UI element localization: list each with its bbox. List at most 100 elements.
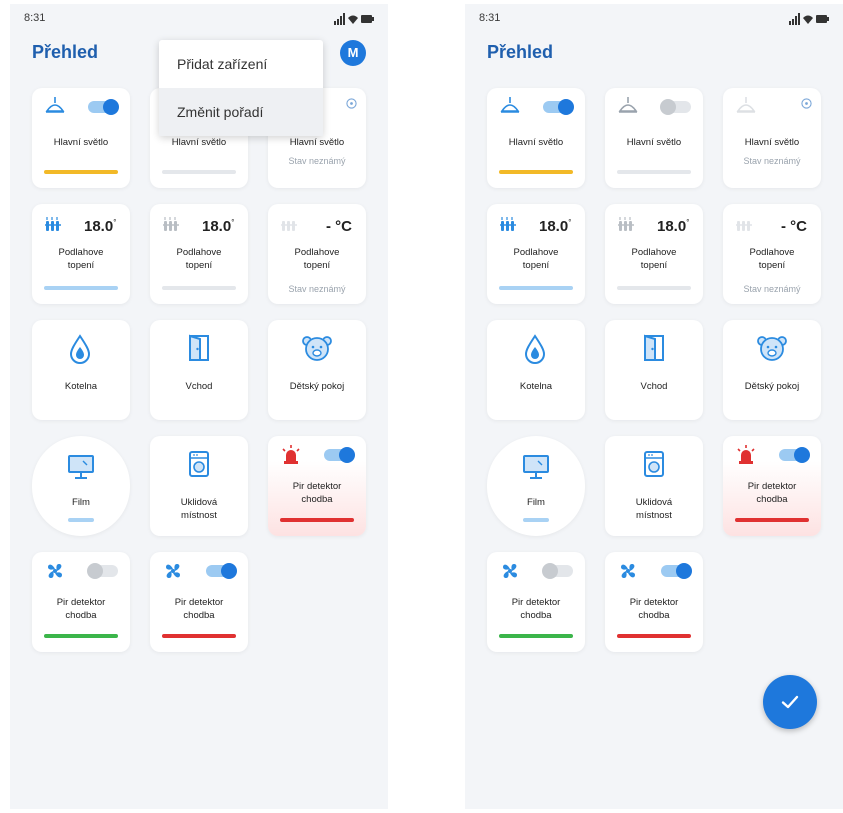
- alarm-siren-icon: [282, 445, 300, 464]
- tile-film[interactable]: Film: [32, 436, 130, 536]
- ceiling-lamp-icon: [736, 97, 756, 113]
- tile-label: Hlavní světlo: [508, 137, 564, 148]
- tile-label: Vchod: [640, 381, 668, 392]
- tile-floor-heating-2[interactable]: 18.0° Podlahove topení: [605, 204, 703, 304]
- radiator-icon: [45, 217, 61, 231]
- tile-main-light-1[interactable]: Hlavní světlo: [32, 88, 130, 188]
- status-bar-indicator: [617, 286, 691, 290]
- tile-label: Vchod: [185, 381, 213, 392]
- battery-icon: [816, 15, 829, 23]
- tile-entrance[interactable]: Vchod: [605, 320, 703, 420]
- radiator-icon: [163, 217, 179, 231]
- tile-label: Pir detektor chodba: [56, 597, 106, 621]
- temperature-value: 18.0°: [657, 218, 690, 235]
- page-title: Přehled: [487, 42, 554, 62]
- toggle-knob: [676, 563, 692, 579]
- tile-label: Hlavní světlo: [171, 137, 227, 148]
- pir-toggle[interactable]: [661, 563, 692, 579]
- tile-main-light-2[interactable]: Hlavní světlo: [605, 88, 703, 188]
- tile-status: Stav neznámý: [743, 156, 801, 166]
- tile-film[interactable]: Film: [487, 436, 585, 536]
- pir-toggle[interactable]: [542, 563, 573, 579]
- status-bar-indicator: [499, 286, 573, 290]
- tile-label: Uklidová místnost: [180, 497, 218, 521]
- menu-item-add-device[interactable]: Přidat zařízení: [159, 40, 323, 88]
- tile-pir-2[interactable]: Pir detektor chodba: [605, 552, 703, 652]
- tile-floor-heating-1[interactable]: 18.0° Podlahove topení: [487, 204, 585, 304]
- status-bar-indicator: [499, 170, 573, 174]
- checkmark-icon: [781, 695, 799, 709]
- tile-floor-heating-2[interactable]: 18.0° Podlahove topení: [150, 204, 248, 304]
- tile-label: Kotelna: [64, 381, 98, 392]
- tile-pir-1[interactable]: Pir detektor chodba: [487, 552, 585, 652]
- tile-kids-room[interactable]: Dětský pokoj: [723, 320, 821, 420]
- status-bar-indicator: [523, 518, 549, 522]
- tile-pir-1[interactable]: Pir detektor chodba: [32, 552, 130, 652]
- tile-pir-2[interactable]: Pir detektor chodba: [150, 552, 248, 652]
- status-time: 8:31: [24, 12, 46, 24]
- temperature-value: 18.0°: [84, 218, 117, 235]
- fan-icon: [48, 564, 62, 578]
- tile-kids-room[interactable]: Dětský pokoj: [268, 320, 366, 420]
- tile-boiler-room[interactable]: Kotelna: [487, 320, 585, 420]
- pir-toggle[interactable]: [779, 447, 810, 463]
- tile-label: Podlahove topení: [513, 247, 559, 271]
- door-icon: [644, 334, 664, 361]
- pir-toggle[interactable]: [324, 447, 355, 463]
- tile-label: Pir detektor chodba: [292, 481, 342, 505]
- tile-status: Stav neznámý: [288, 284, 346, 294]
- light-toggle[interactable]: [88, 99, 119, 115]
- status-icons: [334, 13, 374, 25]
- right-screen: 8:31 Přehled Hlavní světlo Hlavní světlo…: [465, 4, 843, 809]
- toggle-knob: [794, 447, 810, 463]
- toggle-knob: [542, 563, 558, 579]
- confirm-order-button[interactable]: [763, 675, 817, 729]
- tile-label: Dětský pokoj: [289, 381, 345, 392]
- status-bar-indicator: [735, 518, 809, 522]
- tile-boiler-room[interactable]: Kotelna: [32, 320, 130, 420]
- water-drop-icon: [69, 334, 91, 364]
- avatar[interactable]: M: [340, 40, 366, 66]
- tile-main-light-1[interactable]: Hlavní světlo: [487, 88, 585, 188]
- tile-entrance[interactable]: Vchod: [150, 320, 248, 420]
- status-bar-indicator: [162, 170, 236, 174]
- tile-label: Pir detektor chodba: [511, 597, 561, 621]
- tile-pir-alarm[interactable]: Pir detektor chodba: [723, 436, 821, 536]
- tile-floor-heating-3[interactable]: - °C Podlahove topení Stav neznámý: [723, 204, 821, 304]
- status-bar: 8:31: [24, 12, 374, 26]
- radiator-icon: [281, 221, 297, 231]
- temperature-value: 18.0°: [202, 218, 235, 235]
- ceiling-lamp-icon: [500, 97, 520, 113]
- status-bar-indicator: [44, 286, 118, 290]
- tile-label: Pir detektor chodba: [629, 597, 679, 621]
- info-icon[interactable]: [346, 98, 357, 109]
- tile-laundry[interactable]: Uklidová místnost: [605, 436, 703, 536]
- fan-icon: [621, 564, 635, 578]
- menu-item-reorder[interactable]: Změnit pořadí: [159, 88, 323, 136]
- toggle-knob: [87, 563, 103, 579]
- tile-main-light-3[interactable]: Hlavní světlo Stav neznámý: [723, 88, 821, 188]
- bear-face-icon: [757, 336, 787, 361]
- tile-label: Podlahove topení: [749, 247, 795, 271]
- tile-label: Podlahove topení: [631, 247, 677, 271]
- tile-pir-alarm[interactable]: Pir detektor chodba: [268, 436, 366, 536]
- tile-floor-heating-3[interactable]: - °C Podlahove topení Stav neznámý: [268, 204, 366, 304]
- info-icon[interactable]: [801, 98, 812, 109]
- pir-toggle[interactable]: [87, 563, 118, 579]
- tile-label: Pir detektor chodba: [747, 481, 797, 505]
- status-bar-indicator: [44, 634, 118, 638]
- tile-status: Stav neznámý: [743, 284, 801, 294]
- light-toggle[interactable]: [543, 99, 574, 115]
- light-toggle[interactable]: [660, 99, 691, 115]
- wifi-icon: [803, 15, 813, 24]
- pir-toggle[interactable]: [206, 563, 237, 579]
- toggle-knob: [221, 563, 237, 579]
- tile-label: Hlavní světlo: [626, 137, 682, 148]
- fan-icon: [503, 564, 517, 578]
- status-bar-indicator: [617, 170, 691, 174]
- tile-laundry[interactable]: Uklidová místnost: [150, 436, 248, 536]
- tile-label: Podlahove topení: [176, 247, 222, 271]
- tile-label: Hlavní světlo: [744, 137, 800, 148]
- tile-floor-heating-1[interactable]: 18.0° Podlahove topení: [32, 204, 130, 304]
- status-bar-indicator: [162, 286, 236, 290]
